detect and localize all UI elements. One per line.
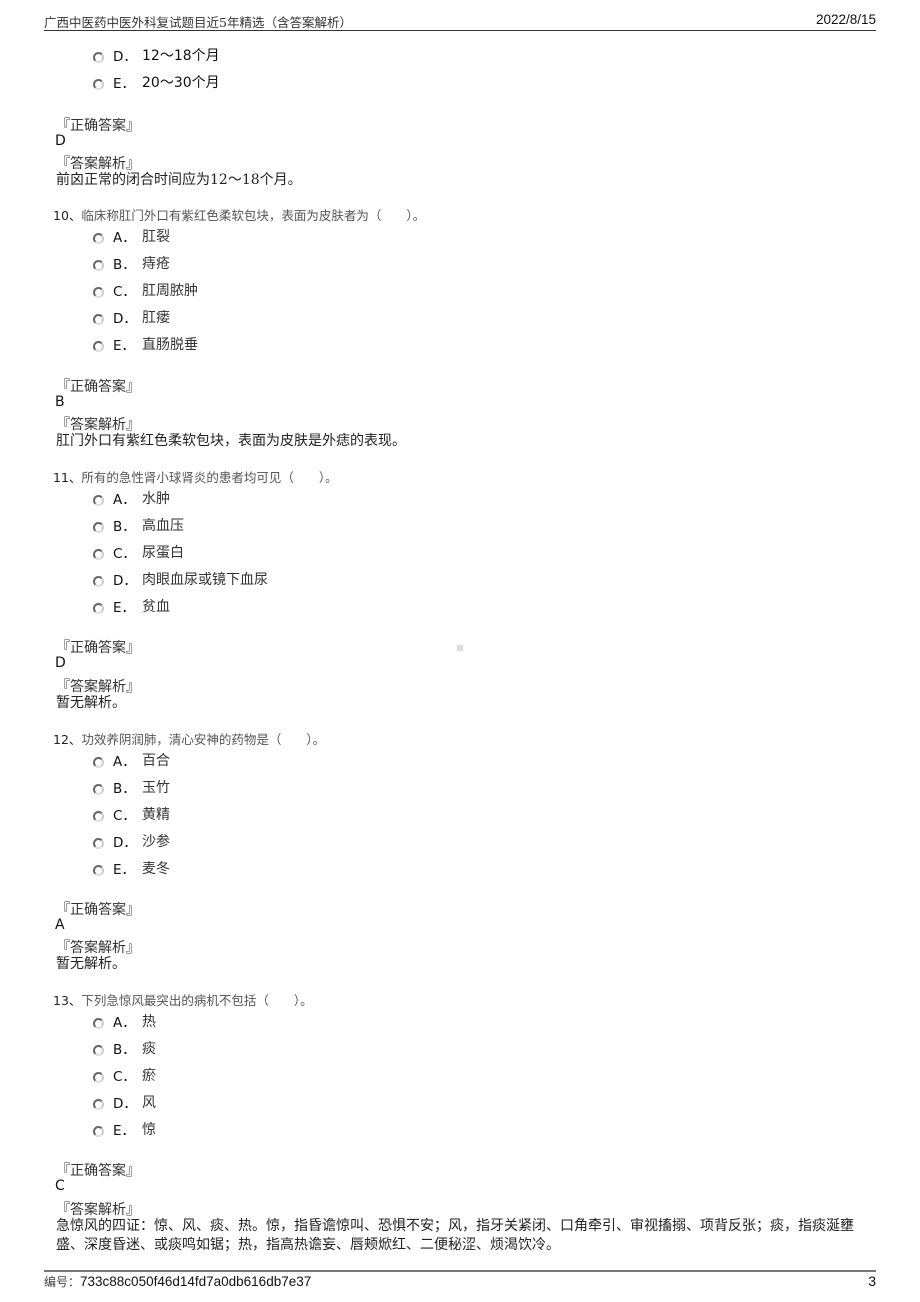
option-10-b[interactable]: B． 痔疮 bbox=[93, 253, 170, 273]
radio-icon[interactable] bbox=[93, 784, 104, 795]
question-13: 13、下列急惊风最突出的病机不包括（ ）。 bbox=[53, 993, 313, 1008]
page-header: 广西中医药中医外科复试题目近5年精选（含答案解析） 2022/8/15 bbox=[44, 12, 876, 31]
radio-icon[interactable] bbox=[93, 52, 104, 63]
analysis-text: 暂无解析。 bbox=[56, 695, 126, 711]
option-13-d[interactable]: D．风 bbox=[93, 1092, 156, 1112]
option-12-a[interactable]: A． 百合 bbox=[93, 750, 170, 770]
option-11-c[interactable]: C． 尿蛋白 bbox=[93, 542, 184, 562]
option-prev-e[interactable]: E． 20～30个月 bbox=[93, 72, 220, 92]
document-title: 广西中医药中医外科复试题目近5年精选（含答案解析） bbox=[44, 15, 352, 30]
radio-icon[interactable] bbox=[93, 233, 104, 244]
option-13-c[interactable]: C．瘀 bbox=[93, 1065, 156, 1085]
question-12: 12、功效养阴润肺，清心安神的药物是（ ）。 bbox=[53, 732, 326, 747]
correct-answer-value: A bbox=[55, 917, 65, 933]
analysis-label: 『答案解析』 bbox=[56, 1202, 140, 1218]
analysis-label: 『答案解析』 bbox=[56, 679, 140, 695]
radio-icon[interactable] bbox=[93, 838, 104, 849]
radio-icon[interactable] bbox=[93, 260, 104, 271]
radio-icon[interactable] bbox=[93, 576, 104, 587]
analysis-text: 急惊风的四证：惊、风、痰、热。惊，指昏谵惊叫、恐惧不安；风，指牙关紧闭、口角牵引… bbox=[56, 1218, 854, 1253]
radio-icon[interactable] bbox=[93, 79, 104, 90]
analysis-text: 肛门外口有紫红色柔软包块，表面为皮肤是外痣的表现。 bbox=[56, 433, 406, 449]
correct-answer-value: B bbox=[55, 394, 65, 410]
page-number: 3 bbox=[868, 1273, 876, 1289]
analysis-label: 『答案解析』 bbox=[56, 417, 140, 433]
option-10-e[interactable]: E． 直肠脱垂 bbox=[93, 334, 198, 354]
radio-icon[interactable] bbox=[93, 603, 104, 614]
correct-answer-label: 『正确答案』 bbox=[56, 1163, 140, 1179]
radio-icon[interactable] bbox=[93, 495, 104, 506]
radio-icon[interactable] bbox=[93, 757, 104, 768]
option-prev-d[interactable]: D． 12～18个月 bbox=[93, 45, 220, 65]
correct-answer-value: C bbox=[55, 1178, 65, 1194]
option-11-a[interactable]: A． 水肿 bbox=[93, 488, 170, 508]
document-date: 2022/8/15 bbox=[815, 12, 876, 27]
correct-answer-value: D bbox=[55, 133, 66, 149]
correct-answer-label: 『正确答案』 bbox=[56, 902, 140, 918]
option-13-b[interactable]: B．痰 bbox=[93, 1038, 156, 1058]
radio-icon[interactable] bbox=[93, 865, 104, 876]
analysis-label: 『答案解析』 bbox=[56, 940, 140, 956]
analysis-text: 暂无解析。 bbox=[56, 956, 126, 972]
option-11-e[interactable]: E． 贫血 bbox=[93, 596, 170, 616]
radio-icon[interactable] bbox=[93, 549, 104, 560]
radio-icon[interactable] bbox=[93, 811, 104, 822]
analysis-label: 『答案解析』 bbox=[56, 156, 140, 172]
correct-answer-label: 『正确答案』 bbox=[56, 118, 140, 134]
document-code: 编号：733c88c050f46d14fd7a0db616db7e37 bbox=[44, 1274, 312, 1289]
option-11-b[interactable]: B． 高血压 bbox=[93, 515, 184, 535]
question-11: 11、所有的急性肾小球肾炎的患者均可见（ ）。 bbox=[53, 470, 338, 485]
option-12-e[interactable]: E． 麦冬 bbox=[93, 858, 170, 878]
radio-icon[interactable] bbox=[93, 1018, 104, 1029]
option-13-e[interactable]: E．惊 bbox=[93, 1119, 156, 1139]
option-12-b[interactable]: B． 玉竹 bbox=[93, 777, 170, 797]
radio-icon[interactable] bbox=[93, 1126, 104, 1137]
option-10-c[interactable]: C． 肛周脓肿 bbox=[93, 280, 198, 300]
option-10-a[interactable]: A． 肛裂 bbox=[93, 226, 170, 246]
correct-answer-label: 『正确答案』 bbox=[56, 379, 140, 395]
radio-icon[interactable] bbox=[93, 1045, 104, 1056]
radio-icon[interactable] bbox=[93, 522, 104, 533]
question-10: 10、临床称肛门外口有紫红色柔软包块，表面为皮肤者为（ ）。 bbox=[53, 208, 426, 223]
page-marker bbox=[457, 645, 463, 651]
option-12-d[interactable]: D． 沙参 bbox=[93, 831, 170, 851]
radio-icon[interactable] bbox=[93, 314, 104, 325]
radio-icon[interactable] bbox=[93, 1072, 104, 1083]
option-11-d[interactable]: D． 肉眼血尿或镜下血尿 bbox=[93, 569, 268, 589]
radio-icon[interactable] bbox=[93, 341, 104, 352]
page-footer: 编号：733c88c050f46d14fd7a0db616db7e37 3 bbox=[44, 1270, 876, 1294]
option-12-c[interactable]: C． 黄精 bbox=[93, 804, 170, 824]
correct-answer-label: 『正确答案』 bbox=[56, 640, 140, 656]
option-10-d[interactable]: D． 肛瘘 bbox=[93, 307, 170, 327]
radio-icon[interactable] bbox=[93, 1099, 104, 1110]
correct-answer-value: D bbox=[55, 655, 66, 671]
radio-icon[interactable] bbox=[93, 287, 104, 298]
analysis-text: 前囟正常的闭合时间应为12～18个月。 bbox=[56, 172, 302, 188]
option-13-a[interactable]: A．热 bbox=[93, 1011, 156, 1031]
